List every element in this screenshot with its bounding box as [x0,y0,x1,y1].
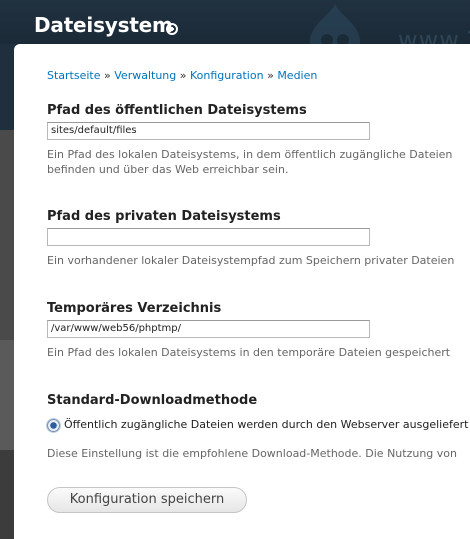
public-path-label: Pfad des öffentlichen Dateisystems [47,103,307,118]
private-path-label: Pfad des privaten Dateisystems [47,209,281,224]
overlay-titlebar: Dateisystem www.2 [0,0,470,62]
temp-dir-description: Ein Pfad des lokalen Dateisystems in den… [47,346,451,359]
temp-dir-label: Temporäres Verzeichnis [47,301,222,316]
save-configuration-button[interactable]: Konfiguration speichern [47,487,247,513]
add-shortcut-icon[interactable] [166,23,178,35]
download-method-description: Diese Einstellung ist die empfohlene Dow… [47,447,457,460]
public-path-description-line2: befinden und über das Web erreichbar sei… [47,163,289,176]
breadcrumb-separator: » [267,69,274,82]
breadcrumb-item-startseite[interactable]: Startseite [47,69,101,82]
public-path-description-line1: Ein Pfad des lokalen Dateisystems, in de… [47,148,453,161]
overlay-content: Startseite » Verwaltung » Konfiguration … [14,44,470,539]
download-method-label: Standard-Downloadmethode [47,393,258,408]
breadcrumb: Startseite » Verwaltung » Konfiguration … [47,69,317,82]
public-download-radio[interactable] [47,419,60,432]
breadcrumb-item-konfiguration[interactable]: Konfiguration [190,69,264,82]
temp-dir-input[interactable]: /var/www/web56/phptmp/ [47,320,370,338]
public-path-input[interactable]: sites/default/files [47,122,370,140]
public-download-radio-label[interactable]: Öffentlich zugängliche Dateien werden du… [64,418,468,431]
private-path-description: Ein vorhandener lokaler Dateisystempfad … [47,254,455,267]
breadcrumb-item-verwaltung[interactable]: Verwaltung [114,69,176,82]
private-path-input[interactable] [47,228,370,246]
page: Dateisystem www.2 Startseite » Verwaltun… [0,0,470,539]
breadcrumb-separator: » [179,69,187,82]
breadcrumb-item-medien[interactable]: Medien [277,69,317,82]
page-title: Dateisystem [34,13,173,37]
breadcrumb-separator: » [104,69,111,82]
